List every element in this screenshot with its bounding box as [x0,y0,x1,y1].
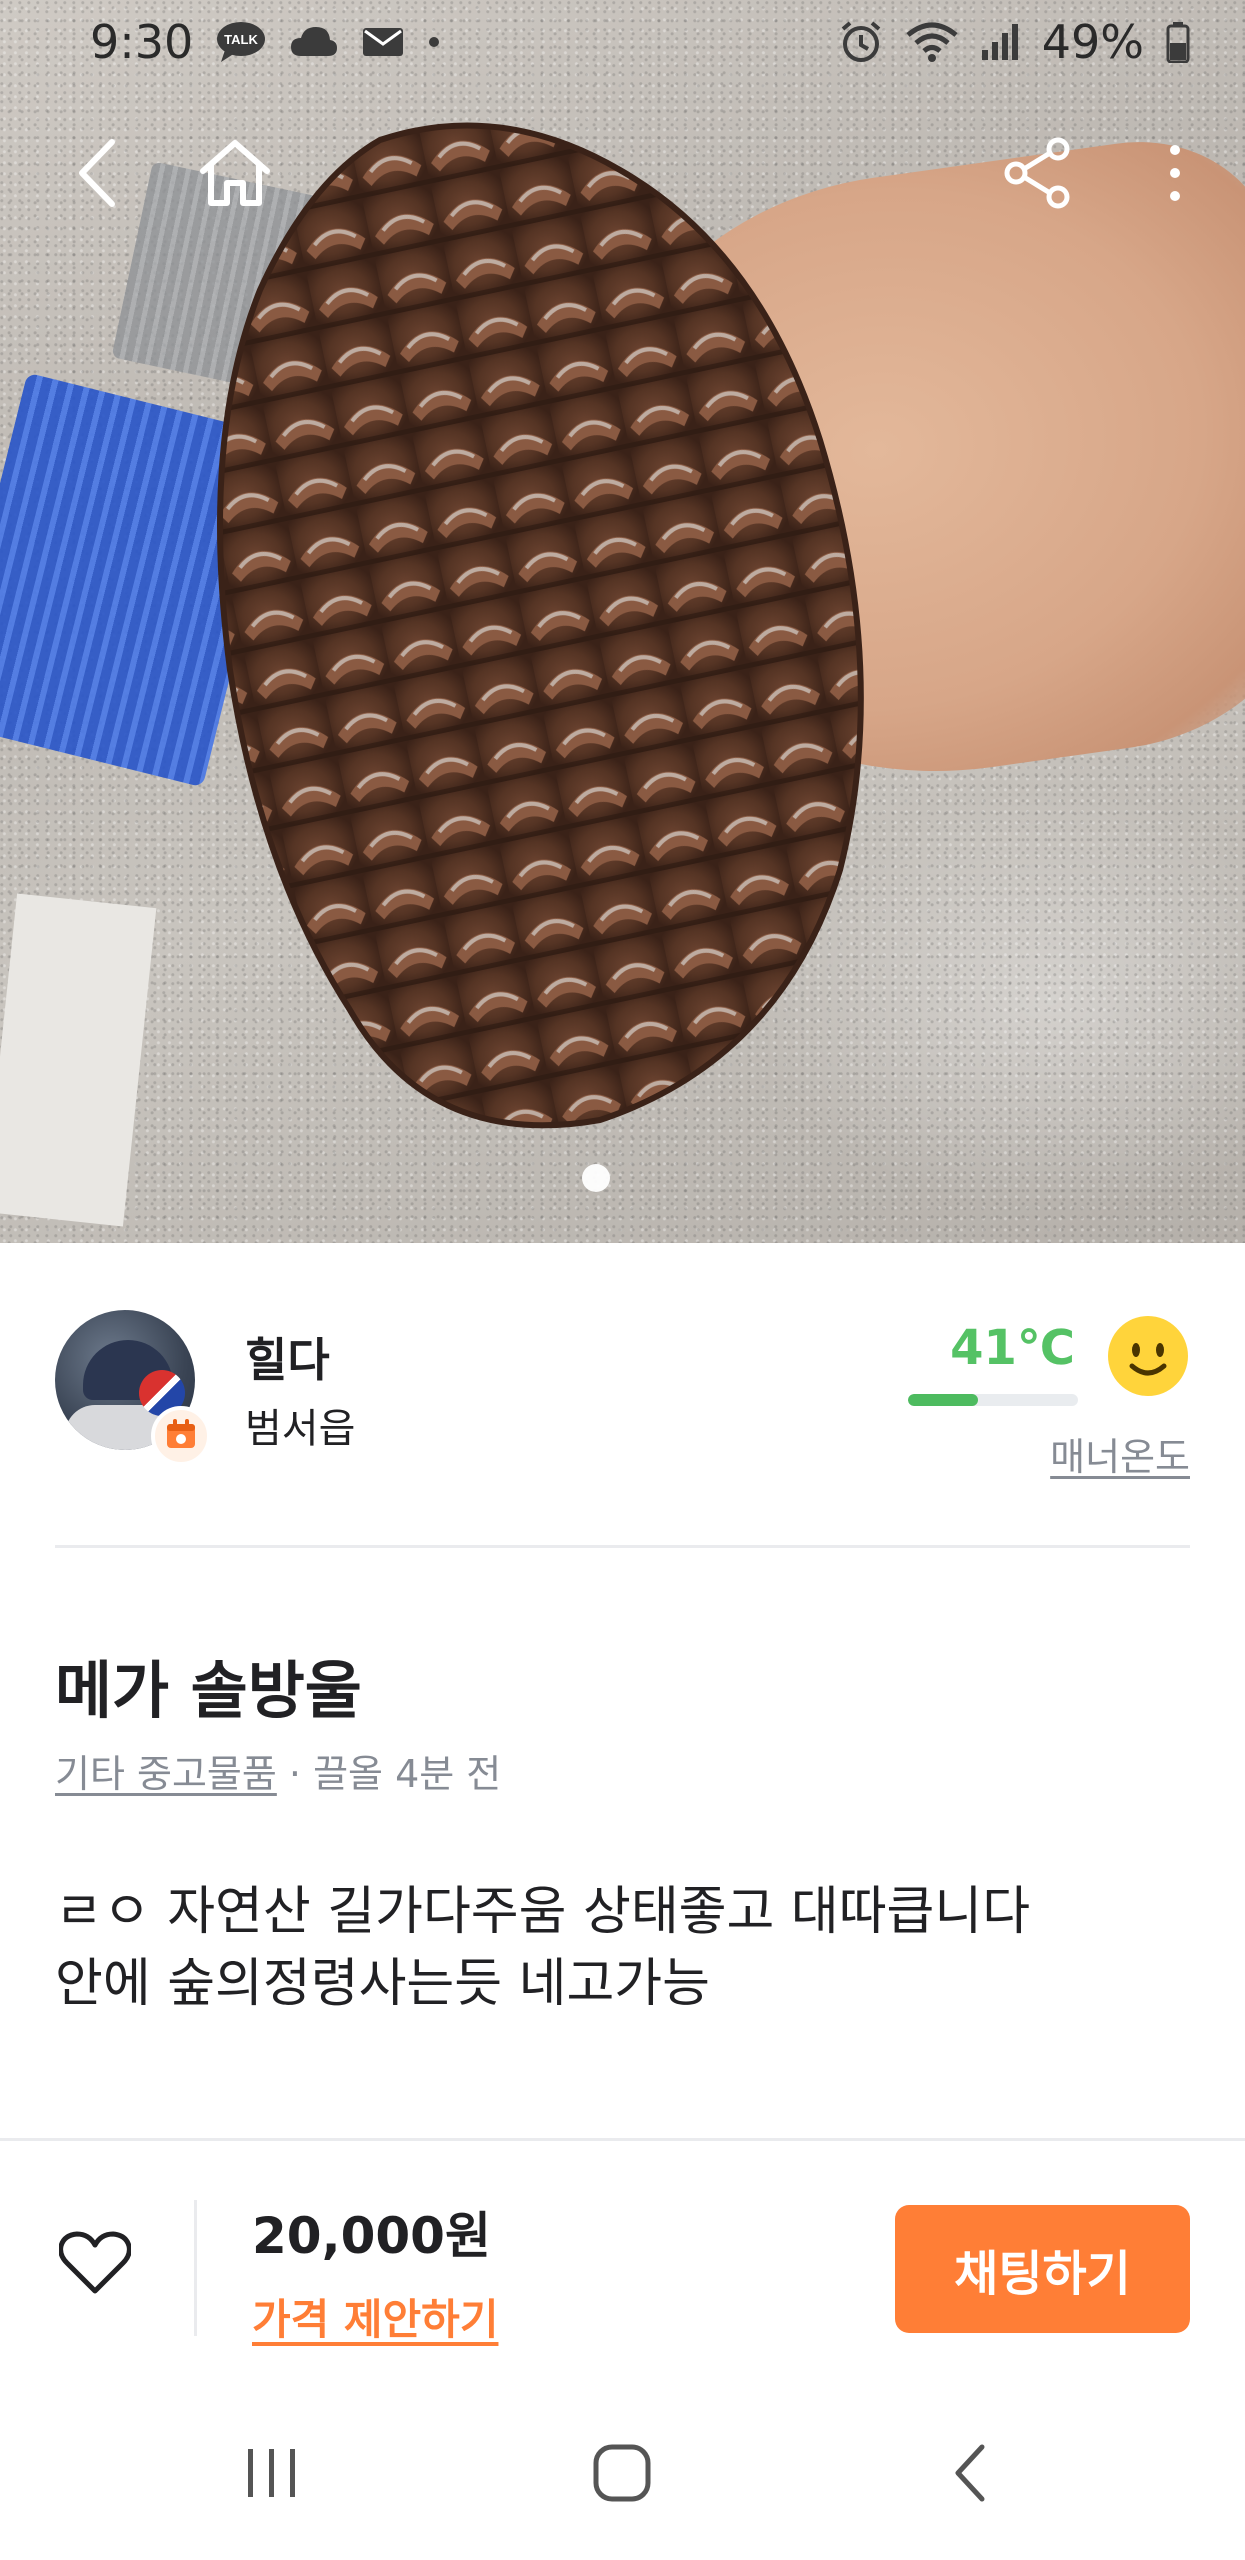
smile-face-icon [1106,1314,1190,1398]
like-button[interactable] [55,2225,135,2305]
manner-temp-fill [908,1394,978,1406]
system-home-button[interactable] [572,2430,672,2520]
seller-profile[interactable]: 힐다 범서읍 41℃ 매너온도 [55,1310,1190,1480]
post-meta-separator: · [276,1752,314,1796]
recent-apps-button[interactable] [222,2430,322,2520]
back-chevron-icon [950,2443,990,2507]
home-button[interactable] [190,130,280,220]
mail-icon [361,24,405,60]
talk-icon: TALK [215,20,267,64]
signal-icon [980,22,1020,62]
status-bar-right: 49% [838,15,1190,69]
status-time: 9:30 [90,15,194,69]
post-description: ㄹㅇ 자연산 길가다주움 상태좋고 대따큽니다 안에 숲의정령사는듯 네고가능 [55,1876,1190,2020]
home-square-icon [592,2443,652,2507]
status-bar: 9:30 TALK 49% [0,0,1245,84]
cloud-icon [289,24,339,60]
post-title: 메가 솔방울 [55,1654,362,1727]
pinecone-image [217,122,864,1129]
more-button[interactable] [1130,130,1220,220]
post-body-line-1: ㄹㅇ 자연산 길가다주움 상태좋고 대따큽니다 [55,1882,1031,1942]
battery-icon [1166,21,1190,63]
section-divider [55,1545,1190,1548]
back-arrow-icon [72,136,122,214]
chat-button[interactable]: 채팅하기 [895,2205,1190,2333]
manner-temp-value: 41℃ [950,1320,1075,1376]
action-bar-vertical-divider [194,2200,197,2336]
seller-location: 범서읍 [245,1406,356,1452]
wifi-icon [906,21,958,63]
recent-apps-icon [244,2447,300,2503]
photo-page-indicator [582,1164,610,1192]
manner-temp-label[interactable]: 매너온도 [1050,1426,1190,1481]
heart-icon [58,2231,132,2299]
more-vertical-icon [1168,143,1182,207]
action-bar-divider [0,2138,1245,2141]
top-nav [0,130,1245,230]
price-offer-link[interactable]: 가격 제안하기 [252,2286,498,2347]
home-icon [197,137,273,213]
manner-temp-bar [908,1394,1078,1406]
back-button[interactable] [52,130,142,220]
svg-text:TALK: TALK [224,32,258,47]
alarm-icon [838,19,884,65]
post-meta: 기타 중고물품 · 끌올 4분 전 [55,1743,501,1798]
status-bar-left: 9:30 TALK [90,15,441,69]
share-icon [1002,137,1074,213]
system-back-button[interactable] [920,2430,1020,2520]
post-category-link[interactable]: 기타 중고물품 [55,1752,277,1796]
battery-percent: 49% [1041,15,1144,69]
seller-badge [151,1406,211,1466]
manner-temperature[interactable]: 41℃ 매너온도 [890,1314,1190,1479]
system-nav-bar [0,2390,1245,2560]
share-button[interactable] [993,130,1083,220]
post-body-line-2: 안에 숲의정령사는듯 네고가능 [55,1954,710,2014]
calendar-icon [164,1417,198,1455]
price: 20,000원 [252,2207,491,2265]
seller-name: 힐다 [245,1333,330,1387]
dot-icon [427,35,441,49]
post-time-ago: 끌올 4분 전 [313,1752,502,1796]
